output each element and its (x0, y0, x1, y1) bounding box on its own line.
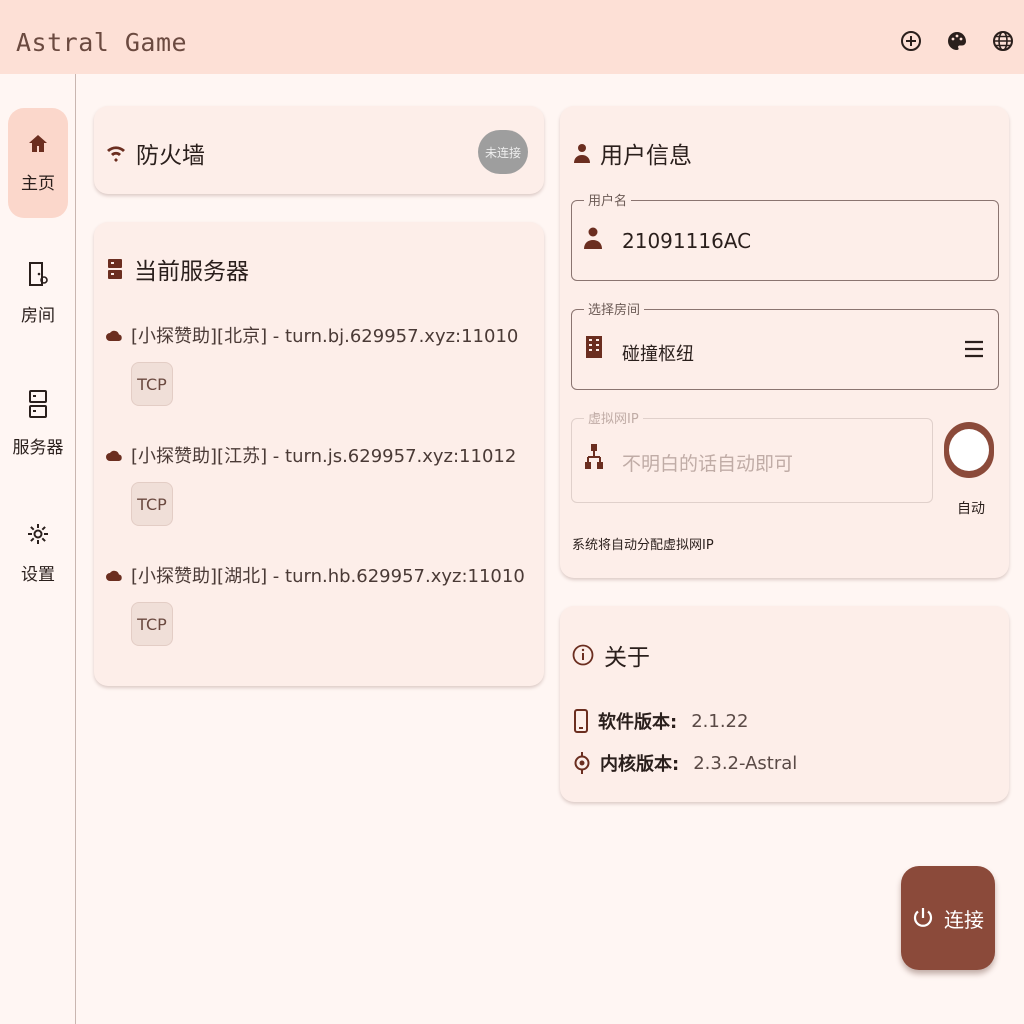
top-actions (900, 30, 1014, 52)
software-version-row: 软件版本: 2.1.22 (574, 708, 748, 734)
server-name: [小探赞助][北京] - turn.bj.629957.xyz:11010 (131, 326, 519, 347)
connect-button[interactable]: 连接 (901, 866, 995, 970)
wifi-icon (107, 146, 125, 162)
current-servers-card: 当前服务器 [小探赞助][北京] - turn.bj.629957.xyz:11… (94, 222, 544, 686)
connect-label: 连接 (944, 907, 984, 932)
room-icon (29, 261, 48, 286)
nav-label-settings: 设置 (21, 564, 55, 585)
software-version-value: 2.1.22 (691, 710, 749, 732)
user-info-title: 用户信息 (600, 143, 692, 169)
app-bar: Astral Game (0, 0, 1024, 74)
info-icon (572, 644, 594, 666)
server-list-item[interactable]: [小探赞助][江苏] - turn.js.629957.xyz:11012 TC… (106, 442, 516, 526)
menu-icon[interactable] (964, 340, 984, 358)
about-title: 关于 (604, 645, 650, 671)
cloud-icon (106, 450, 122, 461)
server-list-item[interactable]: [小探赞助][北京] - turn.bj.629957.xyz:11010 TC… (106, 322, 518, 406)
username-value: 21091116AC (622, 229, 752, 253)
palette-icon[interactable] (946, 30, 968, 52)
toggle-knob (949, 429, 989, 471)
nav-item-server[interactable]: 服务器 (8, 368, 68, 478)
nav-label-room: 房间 (21, 305, 55, 326)
nav-label-server: 服务器 (12, 437, 64, 458)
network-icon (585, 444, 603, 469)
cloud-icon (106, 330, 122, 341)
server-list-item[interactable]: [小探赞助][湖北] - turn.hb.629957.xyz:11010 TC… (106, 562, 525, 646)
server-name: [小探赞助][湖北] - turn.hb.629957.xyz:11010 (131, 566, 525, 587)
add-circle-icon[interactable] (900, 30, 922, 52)
about-card: 关于 软件版本: 2.1.22 内核版本: 2.3.2-Astral (560, 606, 1009, 802)
software-version-label: 软件版本: (598, 712, 678, 733)
phone-icon (574, 709, 588, 733)
ip-hint: 系统将自动分配虚拟网IP (572, 538, 714, 553)
chip-icon (574, 752, 590, 774)
room-label: 选择房间 (584, 299, 645, 318)
nav-label-home: 主页 (21, 173, 55, 194)
kernel-version-row: 内核版本: 2.3.2-Astral (574, 750, 797, 776)
ip-label: 虚拟网IP (584, 408, 643, 427)
server-list-icon (108, 259, 122, 279)
home-icon (29, 134, 47, 152)
protocol-chip: TCP (131, 362, 173, 406)
person-icon (574, 144, 590, 163)
firewall-card: 防火墙 未连接 (94, 106, 544, 194)
kernel-version-value: 2.3.2-Astral (693, 752, 798, 774)
room-select[interactable]: 选择房间 碰撞枢纽 (571, 299, 999, 390)
ip-placeholder: 不明白的话自动即可 (622, 453, 794, 475)
nav-rail: 主页 房间 服务器 设置 (0, 74, 76, 1024)
globe-icon[interactable] (992, 30, 1014, 52)
room-value: 碰撞枢纽 (622, 344, 694, 365)
auto-label: 自动 (957, 501, 985, 517)
virtual-ip-field[interactable]: 虚拟网IP 不明白的话自动即可 (571, 408, 933, 503)
kernel-version-label: 内核版本: (600, 754, 680, 775)
server-icon (29, 389, 47, 418)
firewall-title: 防火墙 (136, 143, 205, 169)
nav-item-settings[interactable]: 设置 (8, 498, 68, 608)
auto-ip-toggle[interactable] (944, 422, 994, 478)
gear-icon (28, 523, 48, 544)
nav-item-room[interactable]: 房间 (8, 238, 68, 348)
protocol-chip: TCP (131, 602, 173, 646)
cloud-icon (106, 570, 122, 581)
status-badge: 未连接 (478, 130, 528, 174)
server-name: [小探赞助][江苏] - turn.js.629957.xyz:11012 (131, 446, 517, 467)
username-field[interactable]: 用户名 21091116AC (571, 190, 999, 281)
protocol-chip: TCP (131, 482, 173, 526)
app-title: Astral Game (16, 28, 188, 57)
power-icon (913, 908, 933, 927)
username-label: 用户名 (584, 190, 632, 209)
nav-item-home[interactable]: 主页 (8, 108, 68, 218)
building-icon (586, 336, 602, 358)
servers-title: 当前服务器 (134, 259, 249, 285)
person-icon (584, 227, 602, 249)
